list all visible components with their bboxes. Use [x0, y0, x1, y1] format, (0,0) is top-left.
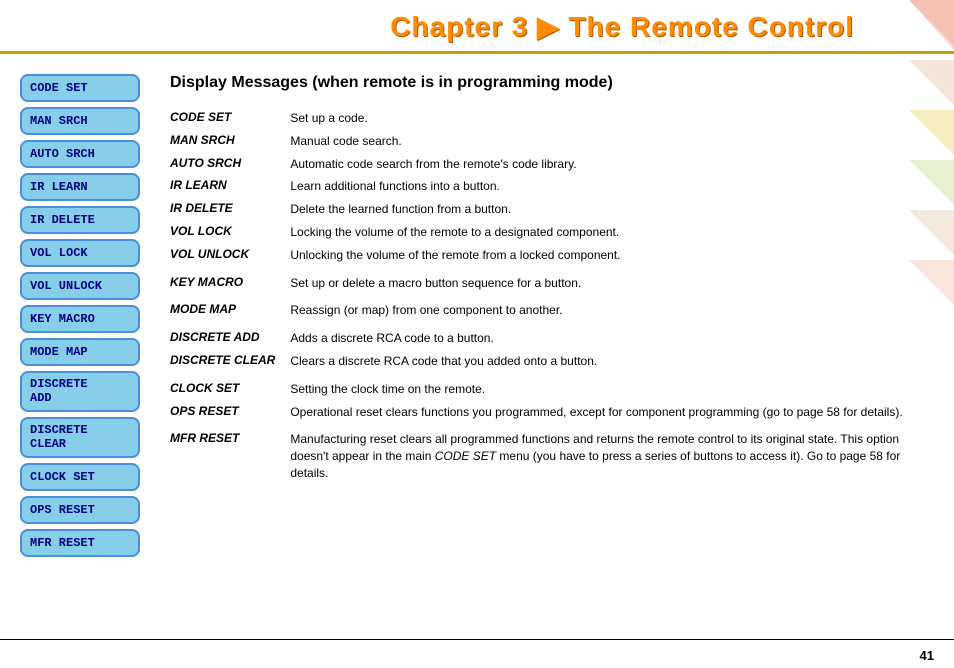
definition-desc: Learn additional functions into a button… [290, 175, 934, 198]
definition-row: VOL LOCKLocking the volume of the remote… [170, 221, 934, 244]
sidebar-btn-code-set[interactable]: CODE SET [20, 74, 140, 102]
definition-desc: Operational reset clears functions you p… [290, 401, 934, 424]
sidebar-btn-vol-unlock[interactable]: VOL UNLOCK [20, 272, 140, 300]
sidebar-btn-clock-set[interactable]: CLOCK SET [20, 463, 140, 491]
definition-term: IR LEARN [170, 175, 290, 198]
definition-term: DISCRETE CLEAR [170, 350, 290, 373]
definition-term: IR DELETE [170, 198, 290, 221]
sidebar-btn-ir-delete[interactable]: IR DELETE [20, 206, 140, 234]
definition-desc: Set up or delete a macro button sequence… [290, 272, 934, 295]
sidebar-btn-auto-srch[interactable]: AUTO SRCH [20, 140, 140, 168]
definition-desc: Unlocking the volume of the remote from … [290, 244, 934, 267]
chapter-title: Chapter 3 ▶ The Remote Control [20, 10, 864, 51]
sidebar-btn-key-macro[interactable]: KEY MACRO [20, 305, 140, 333]
definition-term: VOL UNLOCK [170, 244, 290, 267]
definition-term: OPS RESET [170, 401, 290, 424]
definition-term: MAN SRCH [170, 130, 290, 153]
definition-row: OPS RESETOperational reset clears functi… [170, 401, 934, 424]
definition-term: DISCRETE ADD [170, 327, 290, 350]
definition-desc: Setting the clock time on the remote. [290, 378, 934, 401]
definition-row: AUTO SRCHAutomatic code search from the … [170, 153, 934, 176]
sidebar-btn-vol-lock[interactable]: VOL LOCK [20, 239, 140, 267]
footer-line [0, 639, 954, 640]
definition-row: IR DELETEDelete the learned function fro… [170, 198, 934, 221]
definition-row: CLOCK SETSetting the clock time on the r… [170, 378, 934, 401]
sidebar-btn-mfr-reset[interactable]: MFR RESET [20, 529, 140, 557]
definition-row: MAN SRCHManual code search. [170, 130, 934, 153]
sidebar-btn-ir-learn[interactable]: IR LEARN [20, 173, 140, 201]
definition-row: CODE SETSet up a code. [170, 107, 934, 130]
section-title: Display Messages (when remote is in prog… [170, 74, 934, 92]
definition-desc: Automatic code search from the remote's … [290, 153, 934, 176]
definition-row: KEY MACROSet up or delete a macro button… [170, 272, 934, 295]
page-number: 41 [920, 648, 934, 663]
definition-desc: Reassign (or map) from one component to … [290, 299, 934, 322]
sidebar-btn-discrete-clear[interactable]: DISCRETECLEAR [20, 417, 140, 458]
definition-desc: Clears a discrete RCA code that you adde… [290, 350, 934, 373]
definition-term: VOL LOCK [170, 221, 290, 244]
content-area: Display Messages (when remote is in prog… [160, 74, 934, 602]
definition-row: MFR RESETManufacturing reset clears all … [170, 428, 934, 484]
sidebar-btn-man-srch[interactable]: MAN SRCH [20, 107, 140, 135]
definition-desc: Delete the learned function from a butto… [290, 198, 934, 221]
definition-row: IR LEARNLearn additional functions into … [170, 175, 934, 198]
definition-desc: Manual code search. [290, 130, 934, 153]
definition-term: MODE MAP [170, 299, 290, 322]
sidebar-btn-discrete-add[interactable]: DISCRETEADD [20, 371, 140, 412]
definition-row: VOL UNLOCKUnlocking the volume of the re… [170, 244, 934, 267]
definition-row: MODE MAPReassign (or map) from one compo… [170, 299, 934, 322]
sidebar-btn-ops-reset[interactable]: OPS RESET [20, 496, 140, 524]
definition-desc: Manufacturing reset clears all programme… [290, 428, 934, 484]
definition-desc: Set up a code. [290, 107, 934, 130]
definition-term: MFR RESET [170, 428, 290, 484]
definition-row: DISCRETE ADDAdds a discrete RCA code to … [170, 327, 934, 350]
main-layout: CODE SETMAN SRCHAUTO SRCHIR LEARNIR DELE… [0, 54, 954, 622]
definition-desc: Locking the volume of the remote to a de… [290, 221, 934, 244]
definition-term: CLOCK SET [170, 378, 290, 401]
sidebar: CODE SET MAN SRCH AUTO SRCH IR LEARN IR DELE… [20, 74, 140, 602]
definitions-table: CODE SETSet up a code.MAN SRCHManual cod… [170, 107, 934, 485]
definition-term: AUTO SRCH [170, 153, 290, 176]
definition-row: DISCRETE CLEARClears a discrete RCA code… [170, 350, 934, 373]
page-header: Chapter 3 ▶ The Remote Control [0, 0, 954, 54]
definition-desc: Adds a discrete RCA code to a button. [290, 327, 934, 350]
definition-term: CODE SET [170, 107, 290, 130]
sidebar-btn-mode-map[interactable]: MODE MAP [20, 338, 140, 366]
definition-term: KEY MACRO [170, 272, 290, 295]
